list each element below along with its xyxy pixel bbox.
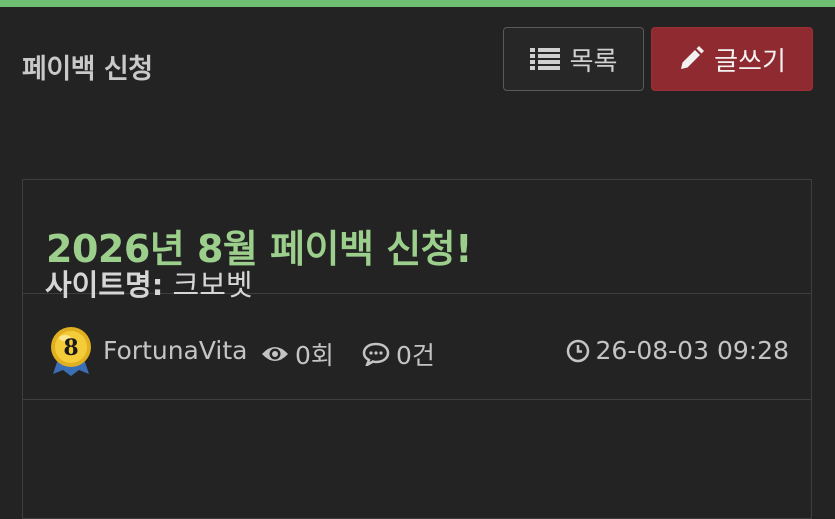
list-button-label: 목록 bbox=[569, 46, 618, 77]
view-count: 0회 bbox=[261, 336, 334, 372]
write-button-label: 글쓰기 bbox=[714, 46, 786, 77]
author-name[interactable]: FortunaVita bbox=[103, 336, 248, 365]
level-badge-icon: 8 bbox=[51, 327, 91, 376]
post-date: 26-08-03 09:28 bbox=[566, 336, 789, 365]
comment-count-text: 0건 bbox=[396, 341, 435, 370]
meta-divider bbox=[23, 399, 811, 400]
write-button[interactable]: 글쓰기 bbox=[651, 27, 813, 91]
post-content: 사이트명: 크보벳 bbox=[45, 262, 253, 304]
clock-icon bbox=[566, 339, 589, 362]
eye-icon bbox=[262, 347, 288, 361]
view-count-text: 0회 bbox=[295, 341, 334, 370]
top-accent-bar bbox=[0, 0, 835, 7]
content-label: 사이트명: bbox=[45, 268, 164, 302]
board-header: 페이백 신청 목록 글쓰기 bbox=[0, 7, 835, 107]
comment-icon bbox=[362, 342, 390, 366]
list-button[interactable]: 목록 bbox=[503, 27, 644, 91]
level-number: 8 bbox=[63, 335, 78, 361]
post-meta: 8 FortunaVita 0회 0건 26-08-03 09:28 bbox=[23, 294, 811, 399]
post-date-text: 26-08-03 09:28 bbox=[595, 336, 789, 365]
content-value: 크보벳 bbox=[172, 268, 253, 302]
page-title: 페이백 신청 bbox=[22, 54, 153, 85]
pencil-icon bbox=[681, 46, 705, 69]
list-icon bbox=[529, 48, 560, 70]
post-card: 2026년 8월 페이백 신청! 8 FortunaVita 0회 0건 26-… bbox=[22, 179, 812, 519]
comment-count: 0건 bbox=[362, 336, 435, 372]
